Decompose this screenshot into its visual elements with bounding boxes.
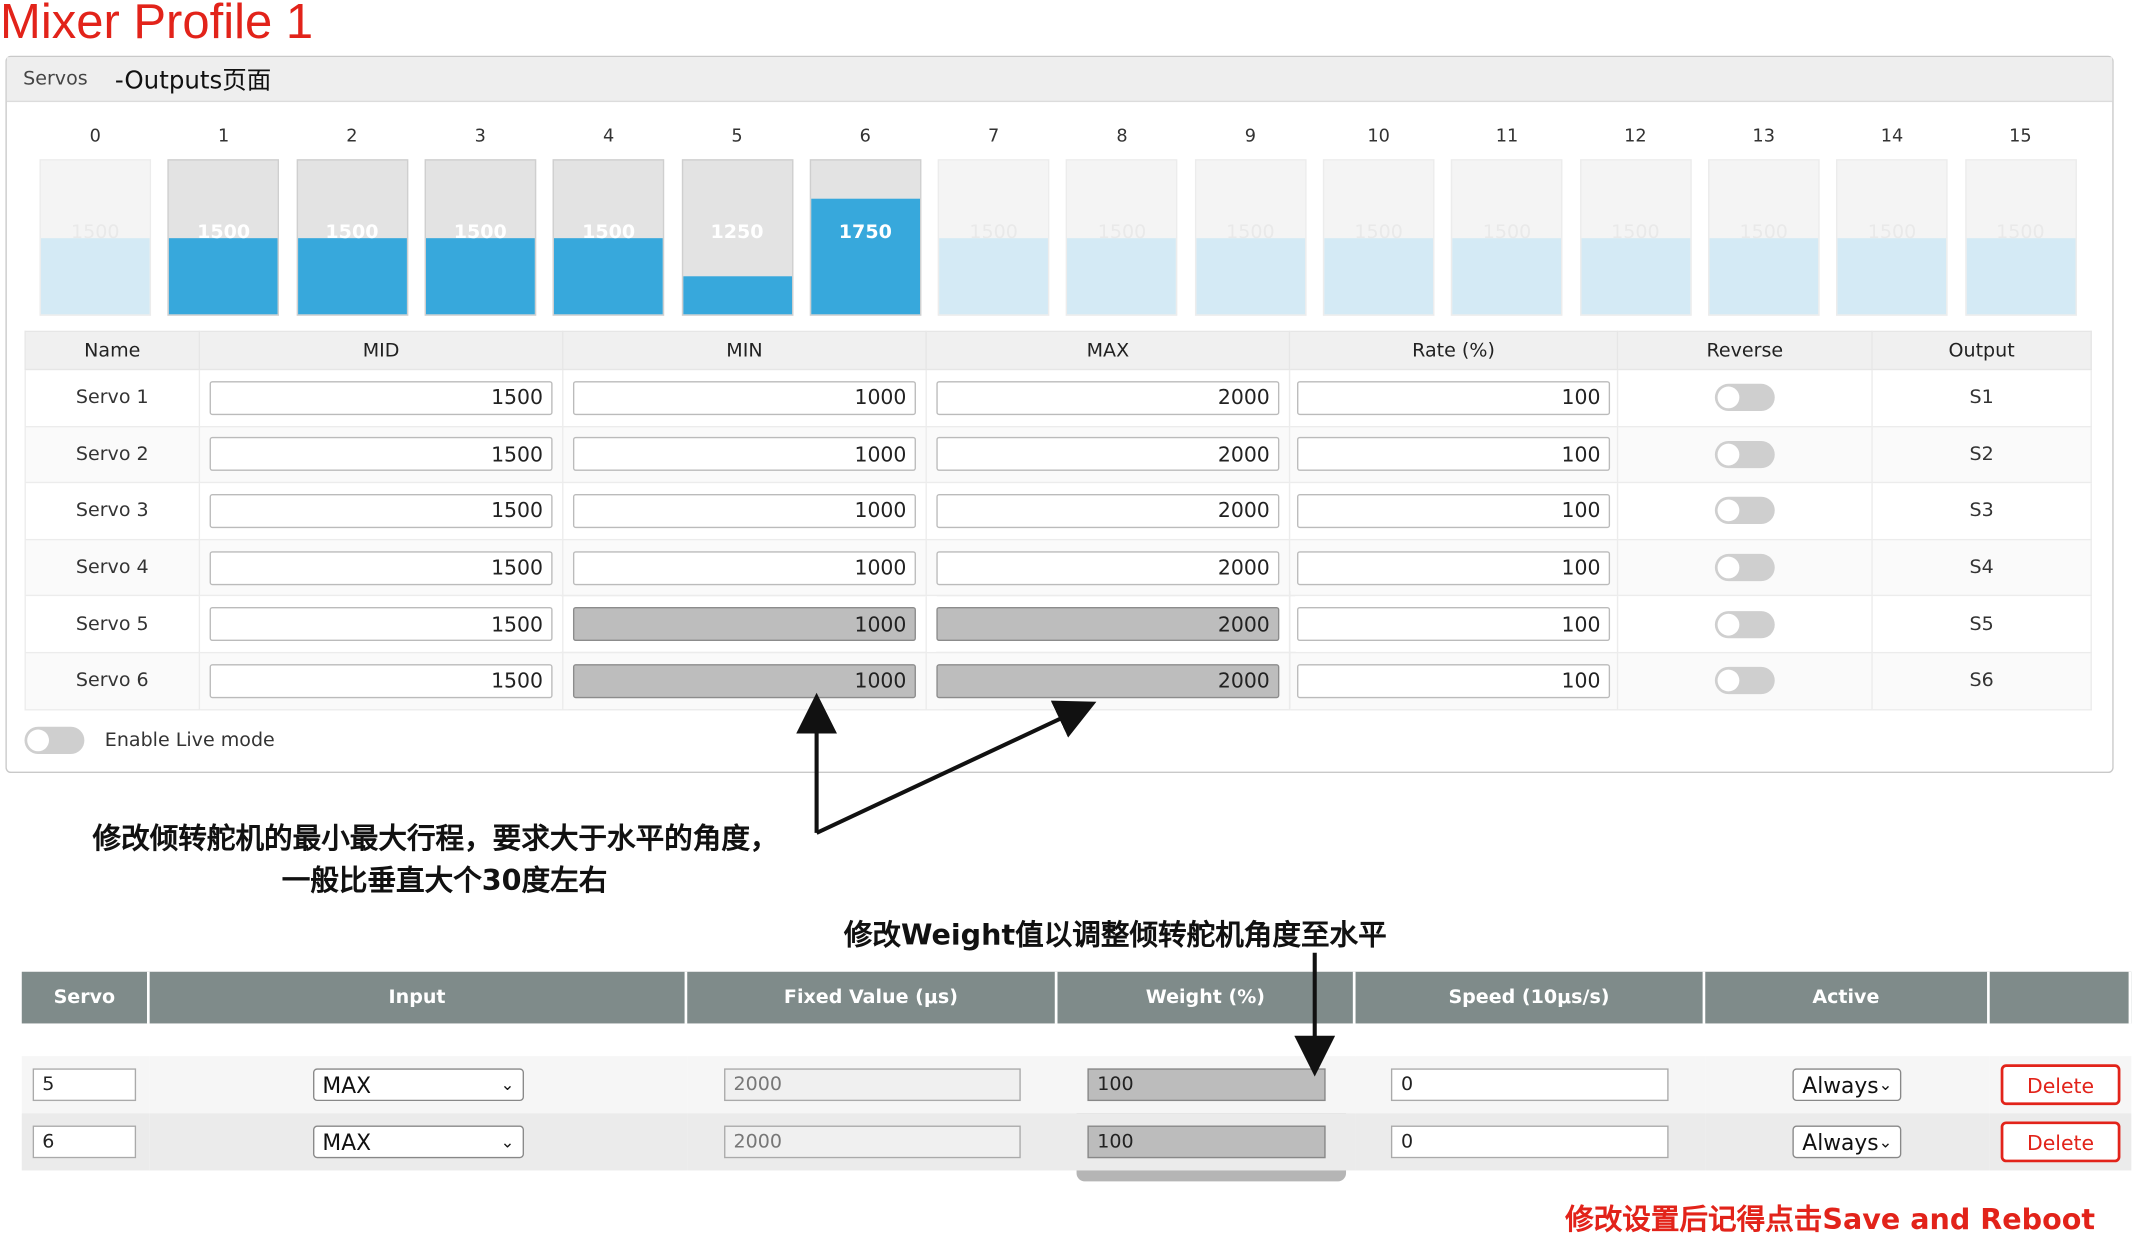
- bar-value: 1250: [710, 221, 764, 244]
- bar-value: 1500: [453, 221, 507, 244]
- bar-value: 1500: [1482, 221, 1532, 244]
- bar-value: 1500: [197, 221, 251, 244]
- bar-value: 1500: [1739, 221, 1788, 244]
- bar-value: 1500: [1354, 221, 1403, 244]
- screenshot-stage: Mixer Profile 1 Servos -Outputs页面 0 1500 1…: [0, 0, 2134, 1236]
- bar-value: 1500: [71, 221, 120, 244]
- bar-value: 1500: [969, 221, 1018, 244]
- bar-value: 1500: [1867, 221, 1917, 244]
- bar-value: 1500: [1611, 221, 1660, 244]
- arrow-to-max: [815, 700, 1097, 835]
- bar-value: 1500: [1996, 221, 2045, 244]
- bar-value: 1500: [582, 221, 636, 244]
- bar-value: 1500: [1097, 221, 1147, 244]
- annotation-arrows: [796, 692, 1336, 1077]
- bar-value: 1500: [325, 221, 379, 244]
- bar-value: 1750: [838, 221, 892, 244]
- bar-value: 1500: [1226, 221, 1275, 244]
